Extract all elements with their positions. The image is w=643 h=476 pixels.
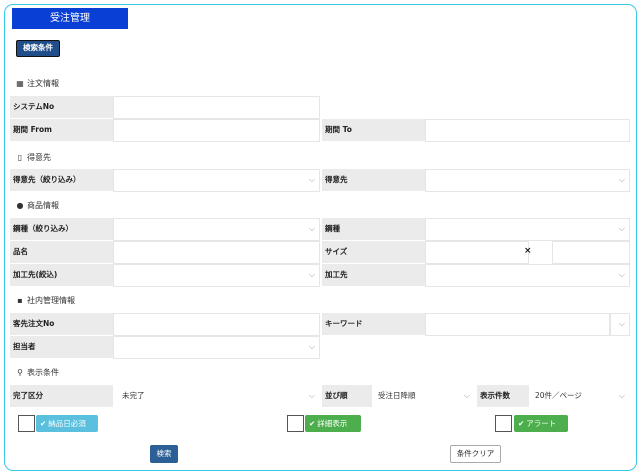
keyword-label: キーワード: [322, 313, 425, 336]
chevron-down-icon: ⌵: [308, 342, 315, 351]
sort-select[interactable]: 受注日降順 ⌵: [372, 385, 475, 408]
page-title: 受注管理: [12, 8, 128, 29]
processor-select[interactable]: ⌵: [425, 264, 630, 287]
boxes-icon: ▪: [17, 295, 23, 305]
clear-conditions-button[interactable]: 条件クリア: [450, 445, 501, 463]
chevron-down-icon: ⌵: [308, 391, 315, 400]
completion-label: 完了区分: [10, 385, 113, 408]
count-select[interactable]: 20件／ページ ⌵: [529, 385, 630, 408]
calendar-icon: ▦: [16, 78, 24, 88]
delivery-required-label: 納品日必須: [48, 419, 86, 428]
size-label: サイズ: [322, 241, 425, 264]
client-order-no-label: 客先注文No: [10, 313, 113, 336]
count-label: 表示件数: [477, 385, 529, 408]
staff-label: 担当者: [10, 336, 113, 359]
section-display-condition-label: 表示条件: [27, 368, 59, 377]
product-name-input[interactable]: [113, 241, 320, 264]
size-separator: ×: [524, 246, 532, 256]
search-condition-button[interactable]: 検索条件: [16, 40, 60, 57]
delivery-required-checkbox[interactable]: [18, 415, 35, 432]
section-internal-info: ▪ 社内管理情報: [16, 295, 75, 306]
completion-select[interactable]: 未完了 ⌵: [113, 385, 320, 408]
section-product-info-label: 商品情報: [27, 201, 59, 210]
sort-value: 受注日降順: [378, 391, 416, 400]
building-icon: ▯: [17, 152, 23, 162]
staff-select[interactable]: ⌵: [113, 336, 320, 359]
size-width-input[interactable]: [425, 241, 529, 264]
chevron-down-icon: ⌵: [308, 224, 315, 233]
alert-label: アラート: [526, 419, 557, 428]
detail-display-tag[interactable]: ✔ 詳細表示: [305, 415, 361, 432]
info-circle-icon: ●: [16, 200, 24, 210]
processor-label: 加工先: [322, 264, 425, 287]
period-to-label: 期間 To: [322, 119, 425, 142]
chevron-down-icon: ⌵: [618, 319, 625, 328]
alert-tag[interactable]: ✔ アラート: [514, 415, 568, 432]
system-no-input[interactable]: [113, 96, 320, 119]
chevron-down-icon: ⌵: [618, 391, 625, 400]
section-display-condition: ⚲ 表示条件: [16, 367, 59, 378]
period-to-input[interactable]: [425, 119, 630, 142]
sort-label: 並び順: [322, 385, 372, 408]
system-no-label: システムNo: [10, 96, 113, 119]
section-customer: ▯ 得意先: [16, 152, 51, 163]
completion-value: 未完了: [122, 391, 145, 400]
search-button[interactable]: 検索: [150, 445, 178, 463]
steel-type-select[interactable]: ⌵: [425, 218, 630, 241]
section-order-info-label: 注文情報: [27, 79, 59, 88]
alert-checkbox[interactable]: [495, 415, 512, 432]
steel-type-filter-label: 鋼種（絞り込み）: [10, 218, 113, 241]
check-icon: ✔: [40, 419, 47, 428]
customer-label: 得意先: [322, 169, 425, 192]
search-icon: ⚲: [17, 367, 23, 377]
chevron-down-icon: ⌵: [618, 175, 625, 184]
section-product-info: ● 商品情報: [16, 200, 60, 211]
delivery-required-tag[interactable]: ✔ 納品日必須: [36, 415, 98, 432]
chevron-down-icon: ⌵: [618, 270, 625, 279]
section-customer-label: 得意先: [27, 153, 51, 162]
steel-type-filter-select[interactable]: ⌵: [113, 218, 320, 241]
customer-filter-select[interactable]: ⌵: [113, 169, 320, 192]
product-name-label: 品名: [10, 241, 113, 264]
check-icon: ✔: [518, 419, 525, 428]
processor-filter-select[interactable]: ⌵: [113, 264, 320, 287]
size-length-input[interactable]: [552, 241, 630, 264]
chevron-down-icon: ⌵: [308, 175, 315, 184]
chevron-down-icon: ⌵: [463, 391, 470, 400]
count-value: 20件／ページ: [535, 391, 582, 400]
check-icon: ✔: [309, 419, 316, 428]
customer-select[interactable]: ⌵: [425, 169, 630, 192]
chevron-down-icon: ⌵: [308, 270, 315, 279]
processor-filter-label: 加工先(絞込): [10, 264, 113, 287]
section-internal-info-label: 社内管理情報: [27, 296, 75, 305]
client-order-no-input[interactable]: [113, 313, 320, 336]
customer-filter-label: 得意先（絞り込み）: [10, 169, 113, 192]
steel-type-label: 鋼種: [322, 218, 425, 241]
period-from-label: 期間 From: [10, 119, 113, 142]
section-order-info: ▦ 注文情報: [16, 78, 59, 89]
keyword-dropdown[interactable]: ⌵: [610, 313, 630, 336]
period-from-input[interactable]: [113, 119, 320, 142]
detail-display-label: 詳細表示: [317, 419, 348, 428]
detail-display-checkbox[interactable]: [287, 415, 304, 432]
chevron-down-icon: ⌵: [618, 224, 625, 233]
keyword-input[interactable]: [425, 313, 610, 336]
